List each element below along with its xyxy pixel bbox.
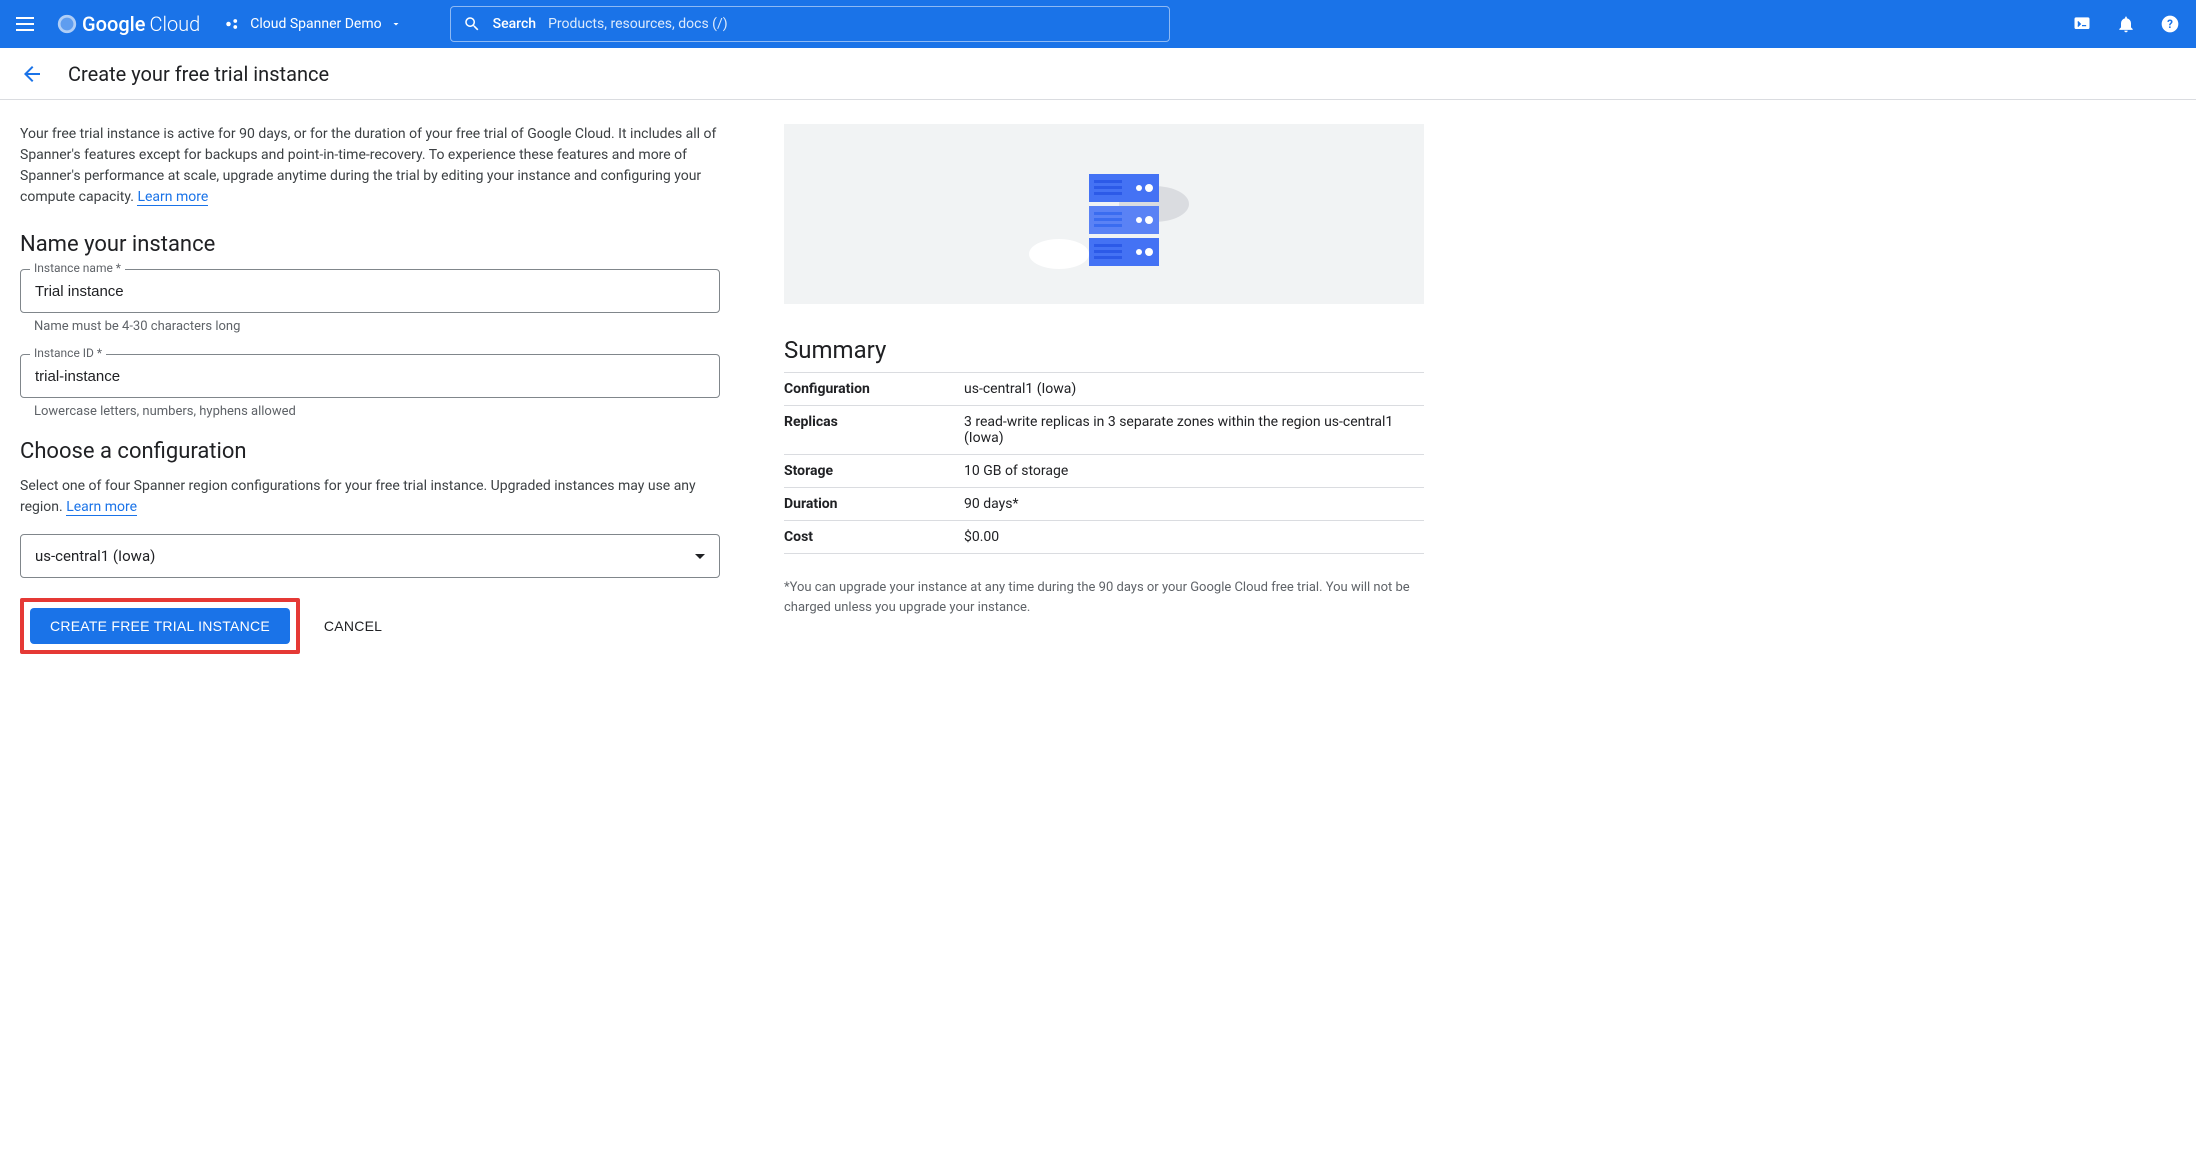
summary-row-value: us-central1 (Iowa): [964, 373, 1424, 406]
config-description: Select one of four Spanner region config…: [20, 476, 720, 518]
config-select-field: us-central1 (Iowa): [20, 534, 720, 578]
summary-row-value: 90 days*: [964, 488, 1424, 521]
summary-row-label: Duration: [784, 488, 964, 521]
help-icon[interactable]: ?: [2160, 14, 2180, 34]
cloud-logo-icon: [56, 13, 78, 35]
name-instance-heading: Name your instance: [20, 232, 720, 257]
search-icon: [463, 15, 481, 33]
server-illustration: [784, 124, 1424, 304]
config-select[interactable]: us-central1 (Iowa): [20, 534, 720, 578]
menu-icon[interactable]: [16, 12, 40, 36]
subheader: Create your free trial instance: [0, 48, 2196, 100]
summary-row-value: $0.00: [964, 521, 1424, 554]
instance-name-label: Instance name *: [30, 261, 125, 275]
learn-more-link[interactable]: Learn more: [137, 189, 208, 206]
project-dots-icon: [224, 15, 242, 33]
summary-row: Cost$0.00: [784, 521, 1424, 554]
summary-row-label: Replicas: [784, 406, 964, 455]
header-actions: ?: [2072, 14, 2180, 34]
instance-name-helper: Name must be 4-30 characters long: [20, 319, 720, 334]
cancel-button[interactable]: CANCEL: [324, 618, 382, 634]
summary-row-label: Storage: [784, 455, 964, 488]
svg-text:?: ?: [2167, 17, 2173, 31]
logo-text-cloud: Cloud: [149, 12, 200, 36]
top-header: Google Cloud Cloud Spanner Demo Search P…: [0, 0, 2196, 48]
summary-row: Storage10 GB of storage: [784, 455, 1424, 488]
project-name: Cloud Spanner Demo: [250, 16, 381, 32]
instance-id-label: Instance ID *: [30, 346, 106, 360]
instance-id-input[interactable]: [20, 354, 720, 398]
summary-heading: Summary: [784, 336, 1424, 364]
chevron-down-icon: [390, 18, 402, 30]
project-picker[interactable]: Cloud Spanner Demo: [224, 15, 401, 33]
caret-down-icon: [695, 554, 705, 559]
summary-row: Configurationus-central1 (Iowa): [784, 373, 1424, 406]
summary-column: Summary Configurationus-central1 (Iowa)R…: [784, 124, 1424, 654]
highlight-annotation: CREATE FREE TRIAL INSTANCE: [20, 598, 300, 654]
summary-row: Replicas3 read-write replicas in 3 separ…: [784, 406, 1424, 455]
create-instance-button[interactable]: CREATE FREE TRIAL INSTANCE: [30, 608, 290, 644]
search-label: Search: [493, 16, 536, 32]
summary-table: Configurationus-central1 (Iowa)Replicas3…: [784, 372, 1424, 554]
search-box[interactable]: Search Products, resources, docs (/): [450, 6, 1170, 42]
summary-row-label: Cost: [784, 521, 964, 554]
intro-paragraph: Your free trial instance is active for 9…: [20, 124, 720, 208]
summary-row-value: 3 read-write replicas in 3 separate zone…: [964, 406, 1424, 455]
config-learn-more-link[interactable]: Learn more: [66, 499, 137, 516]
summary-row: Duration90 days*: [784, 488, 1424, 521]
form-column: Your free trial instance is active for 9…: [20, 124, 720, 654]
summary-footnote: *You can upgrade your instance at any ti…: [784, 578, 1424, 617]
logo-text-google: Google: [82, 12, 145, 36]
cloud-shell-icon[interactable]: [2072, 14, 2092, 34]
summary-row-value: 10 GB of storage: [964, 455, 1424, 488]
instance-name-input[interactable]: [20, 269, 720, 313]
back-arrow-icon[interactable]: [20, 62, 44, 86]
summary-row-label: Configuration: [784, 373, 964, 406]
instance-id-field: Instance ID *: [20, 354, 720, 398]
config-selected-value: us-central1 (Iowa): [35, 547, 155, 565]
config-heading: Choose a configuration: [20, 439, 720, 464]
instance-name-field: Instance name *: [20, 269, 720, 313]
action-buttons: CREATE FREE TRIAL INSTANCE CANCEL: [20, 598, 720, 654]
google-cloud-logo[interactable]: Google Cloud: [56, 12, 200, 36]
page-title: Create your free trial instance: [68, 62, 329, 86]
main-content: Your free trial instance is active for 9…: [0, 100, 2196, 678]
search-placeholder: Products, resources, docs (/): [548, 16, 728, 32]
instance-id-helper: Lowercase letters, numbers, hyphens allo…: [20, 404, 720, 419]
notifications-icon[interactable]: [2116, 14, 2136, 34]
